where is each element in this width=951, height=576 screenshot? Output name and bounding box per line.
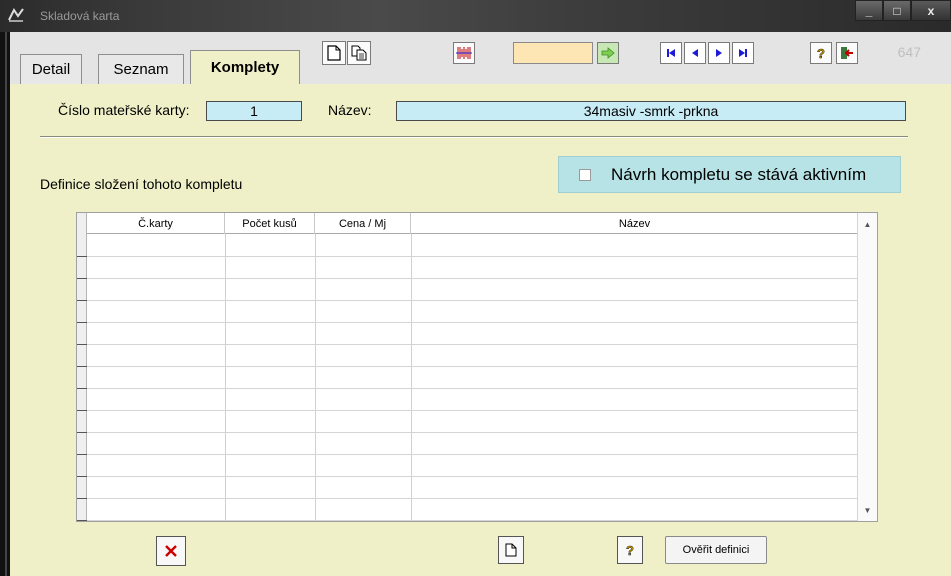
row-selector-line xyxy=(77,366,87,367)
window-left-border xyxy=(0,32,10,576)
parent-card-field[interactable]: 1 xyxy=(206,101,302,121)
row-selector-line xyxy=(77,256,87,257)
new-record-button[interactable] xyxy=(322,41,346,65)
first-record-button[interactable] xyxy=(660,42,682,64)
close-button[interactable]: x xyxy=(911,0,951,21)
column-header-quantity[interactable]: Počet kusů xyxy=(225,213,315,234)
last-record-button[interactable] xyxy=(732,42,754,64)
verify-definition-button[interactable]: Ověřit definici xyxy=(665,536,767,564)
row-selector-line xyxy=(77,476,87,477)
scroll-up-arrow[interactable]: ▲ xyxy=(858,215,877,233)
exit-button[interactable] xyxy=(836,42,858,64)
exit-icon xyxy=(841,47,853,59)
minimize-button[interactable]: _ xyxy=(855,0,883,21)
barcode-button[interactable] xyxy=(453,42,475,64)
kit-active-label: Návrh kompletu se stává aktivním xyxy=(611,164,867,184)
table-row-line xyxy=(77,278,859,279)
go-arrow-icon xyxy=(601,47,615,59)
row-selector-line xyxy=(77,278,87,279)
barcode-icon xyxy=(456,47,472,59)
table-row-line xyxy=(77,322,859,323)
table-header: Č.karty Počet kusů Cena / Mj Název xyxy=(87,213,859,234)
help-button[interactable]: ? xyxy=(810,42,832,64)
new-document-icon xyxy=(327,45,341,61)
column-header-card-number[interactable]: Č.karty xyxy=(87,213,225,234)
name-field[interactable]: 34masiv -smrk -prkna xyxy=(396,101,906,121)
column-header-unit-price[interactable]: Cena / Mj xyxy=(315,213,411,234)
table-row-line xyxy=(77,410,859,411)
table-row-line xyxy=(77,344,859,345)
help-icon: ? xyxy=(817,46,826,60)
row-selector-line xyxy=(77,300,87,301)
kit-composition-table[interactable]: Č.karty Počet kusů Cena / Mj Název ▲ ▼ xyxy=(76,212,878,522)
next-record-button[interactable] xyxy=(708,42,730,64)
table-row-line xyxy=(77,454,859,455)
name-label: Název: xyxy=(328,102,372,118)
row-selector-line xyxy=(77,498,87,499)
kit-definition-label: Definice složení tohoto kompletu xyxy=(40,176,243,192)
row-selector-line xyxy=(77,410,87,411)
record-count: 647 xyxy=(897,44,921,60)
delete-button[interactable] xyxy=(156,536,186,566)
row-selector-column[interactable] xyxy=(77,213,87,521)
table-row-line xyxy=(77,388,859,389)
next-record-icon xyxy=(716,49,722,57)
app-icon xyxy=(8,8,24,22)
table-row-line xyxy=(77,498,859,499)
table-row-line xyxy=(77,366,859,367)
copy-record-button[interactable] xyxy=(347,41,371,65)
row-selector-line xyxy=(77,520,87,521)
help-button-bottom[interactable]: ? xyxy=(617,536,643,564)
kit-active-toggle[interactable]: Návrh kompletu se stává aktivním xyxy=(558,156,901,193)
previous-record-icon xyxy=(692,49,698,57)
previous-record-button[interactable] xyxy=(684,42,706,64)
parent-card-label: Číslo mateřské karty: xyxy=(58,102,190,118)
table-row-line xyxy=(77,300,859,301)
column-header-name[interactable]: Název xyxy=(411,213,859,234)
tab-detail[interactable]: Detail xyxy=(20,54,82,84)
last-record-icon xyxy=(739,49,747,57)
new-item-button[interactable] xyxy=(498,536,524,564)
window-titlebar: Skladová karta _ □ x xyxy=(0,0,951,32)
new-document-icon xyxy=(505,543,517,557)
kit-active-checkbox[interactable] xyxy=(579,168,591,181)
svg-text:?: ? xyxy=(817,46,825,60)
row-selector-line xyxy=(77,432,87,433)
header-bar: Detail Seznam Komplety ? 647 xyxy=(10,32,951,84)
table-row-line xyxy=(77,432,859,433)
svg-text:?: ? xyxy=(626,543,634,557)
window-title: Skladová karta xyxy=(40,9,120,23)
table-row-line xyxy=(77,520,859,521)
go-button[interactable] xyxy=(597,42,619,64)
window-controls: _ □ x xyxy=(855,0,951,22)
table-vertical-scrollbar[interactable]: ▲ ▼ xyxy=(857,213,877,521)
maximize-button[interactable]: □ xyxy=(883,0,911,21)
copy-document-icon xyxy=(351,45,367,61)
row-selector-line xyxy=(77,344,87,345)
scroll-down-arrow[interactable]: ▼ xyxy=(858,501,877,519)
code-input[interactable] xyxy=(513,42,593,64)
first-record-icon xyxy=(667,49,675,57)
row-selector-line xyxy=(77,388,87,389)
main-panel: Detail Seznam Komplety ? 647 Číslo mateř… xyxy=(10,32,951,576)
tab-komplety[interactable]: Komplety xyxy=(190,50,300,84)
delete-x-icon xyxy=(165,545,177,557)
tab-seznam[interactable]: Seznam xyxy=(98,54,184,84)
help-icon: ? xyxy=(626,543,635,557)
table-row-line xyxy=(77,476,859,477)
row-selector-line xyxy=(77,454,87,455)
table-row-line xyxy=(77,256,859,257)
row-selector-line xyxy=(77,322,87,323)
divider xyxy=(40,136,908,138)
